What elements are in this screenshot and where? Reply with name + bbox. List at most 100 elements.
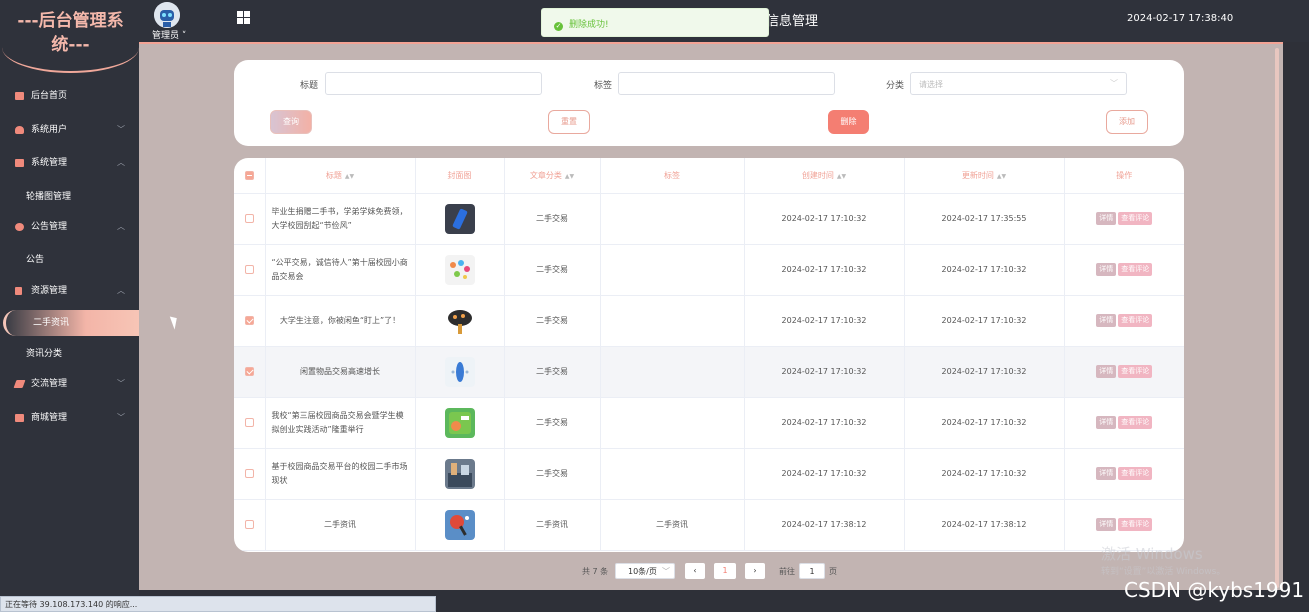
sidebar-item-news[interactable]: 二手资讯 [3,310,139,336]
row-checkbox[interactable] [244,418,254,427]
detail-button[interactable]: 详情 [1096,314,1117,327]
data-table: 标题 ▲▼ 封面图 文章分类 ▲▼ 标签 创建时间 ▲▼ 更新时间 ▲▼ 操作 毕业生捐… [234,158,1184,551]
sort-icon[interactable]: ▲▼ [837,173,846,180]
column-header-title[interactable]: 标题 ▲▼ [265,158,416,194]
sidebar-item-notice[interactable]: 公告 [0,247,139,273]
page-size-value: 10条/页 [628,567,657,576]
row-updated: 2024-02-17 17:38:12 [904,499,1065,551]
sort-icon[interactable]: ▲▼ [997,173,1006,180]
vertical-scrollbar[interactable] [1275,48,1279,588]
sidebar-item-label: 后台首页 [31,91,68,101]
detail-button[interactable]: 详情 [1096,263,1117,276]
send-icon [13,380,26,388]
row-updated: 2024-02-17 17:35:55 [904,193,1065,245]
check-circle-icon: ✓ [554,22,563,31]
row-category: 二手资讯 [504,499,601,551]
row-category: 二手交易 [504,397,601,449]
sidebar-item-label: 商城管理 [31,413,68,423]
sidebar-item-resources[interactable]: 资源管理 ︿ [0,278,139,304]
avatar[interactable] [154,2,180,28]
next-page-button[interactable]: › [745,563,765,579]
prev-page-button[interactable]: ‹ [685,563,705,579]
row-category: 二手交易 [504,448,601,500]
row-checkbox[interactable] [244,316,254,325]
table-row: 我校“第三届校园商品交易会暨学生模拟创业实践活动”隆重举行 二手交易 2024-… [234,397,1184,449]
goto-page-input[interactable]: 1 [799,563,825,579]
row-title: 大学生注意，你被闲鱼“盯上”了！ [265,295,416,347]
detail-button[interactable]: 详情 [1096,416,1117,429]
chevron-up-icon: ︿ [117,222,125,231]
view-comments-button[interactable]: 查看评论 [1118,416,1153,429]
add-button[interactable]: 添加 [1106,110,1148,134]
query-button[interactable]: 查询 [270,110,312,134]
sidebar-item-system[interactable]: 系统管理 ︿ [0,150,139,176]
row-tag [600,244,745,296]
view-comments-button[interactable]: 查看评论 [1118,365,1153,378]
sidebar-item-users[interactable]: 系统用户 ﹀ [0,117,139,143]
view-comments-button[interactable]: 查看评论 [1118,518,1153,531]
chevron-down-icon: ˅ [179,31,187,41]
chevron-up-icon: ︿ [117,286,125,295]
column-header-created[interactable]: 创建时间 ▲▼ [744,158,905,194]
sort-icon[interactable]: ▲▼ [345,173,354,180]
chevron-down-icon: ﹀ [1110,79,1118,88]
sidebar-item-notice-mgmt[interactable]: 公告管理 ︿ [0,214,139,240]
admin-dropdown[interactable]: 管理员 ˅ [152,28,186,41]
chevron-down-icon: ﹀ [117,125,125,134]
table-row: 二手资讯 二手资讯 二手资讯 2024-02-17 17:38:12 2024-… [234,499,1184,551]
sidebar-item-label: 交流管理 [31,379,68,389]
cover-image [444,305,475,336]
page-size-select[interactable]: 10条/页 ﹀ [615,563,675,579]
page-title: 信息管理 [766,14,819,29]
menu-grid-icon[interactable] [237,11,250,24]
detail-button[interactable]: 详情 [1096,365,1117,378]
admin-label: 管理员 [152,31,180,41]
row-checkbox[interactable] [244,214,254,223]
row-tag [600,448,745,500]
sidebar: 后台首页 系统用户 ﹀ 系统管理 ︿ 轮播图管理 公告管理 ︿ 公告 资源管理 ︿ 二手… [0,42,139,612]
user-icon [15,126,24,134]
flag-icon [15,287,22,295]
toast-message: 删除成功! [569,20,609,30]
view-comments-button[interactable]: 查看评论 [1118,467,1153,480]
monitor-icon [15,92,24,100]
column-header-category[interactable]: 文章分类 ▲▼ [504,158,601,194]
sidebar-item-label: 资讯分类 [26,349,63,359]
sidebar-item-carousel[interactable]: 轮播图管理 [0,184,139,210]
sort-icon[interactable]: ▲▼ [565,173,574,180]
sidebar-item-home[interactable]: 后台首页 [0,83,139,109]
robot-avatar-icon [154,2,180,28]
category-select[interactable]: 请选择 ﹀ [910,72,1127,95]
row-category: 二手交易 [504,193,601,245]
cover-image [444,458,475,489]
row-title: 闲置物品交易高速增长 [265,346,416,398]
reset-button[interactable]: 重置 [548,110,590,134]
detail-button[interactable]: 详情 [1096,212,1117,225]
view-comments-button[interactable]: 查看评论 [1118,263,1153,276]
view-comments-button[interactable]: 查看评论 [1118,212,1153,225]
datetime: 2024-02-17 17:38:40 [1127,13,1234,24]
view-comments-button[interactable]: 查看评论 [1118,314,1153,327]
detail-button[interactable]: 详情 [1096,467,1117,480]
row-created: 2024-02-17 17:10:32 [744,244,905,296]
sidebar-item-label: 资源管理 [31,286,68,296]
title-input[interactable] [325,72,542,95]
column-header-updated[interactable]: 更新时间 ▲▼ [904,158,1065,194]
chevron-right-icon: › [753,566,757,575]
delete-button[interactable]: 删除 [828,110,869,134]
csdn-watermark: CSDN @kybs1991 [1124,578,1305,602]
row-checkbox[interactable] [244,520,254,529]
chevron-down-icon: ﹀ [662,567,670,576]
sidebar-item-news-category[interactable]: 资讯分类 [0,341,139,367]
table-row: 闲置物品交易高速增长 二手交易 2024-02-17 17:10:32 2024… [234,346,1184,398]
page-number[interactable]: 1 [714,563,736,579]
sidebar-item-exchange[interactable]: 交流管理 ﹀ [0,371,139,397]
detail-button[interactable]: 详情 [1096,518,1117,531]
select-all-checkbox[interactable] [244,170,254,180]
row-checkbox[interactable] [244,265,254,274]
row-checkbox[interactable] [244,367,254,376]
row-checkbox[interactable] [244,469,254,478]
tag-input[interactable] [618,72,835,95]
sidebar-item-mall[interactable]: 商城管理 ﹀ [0,405,139,431]
row-created: 2024-02-17 17:10:32 [744,397,905,449]
